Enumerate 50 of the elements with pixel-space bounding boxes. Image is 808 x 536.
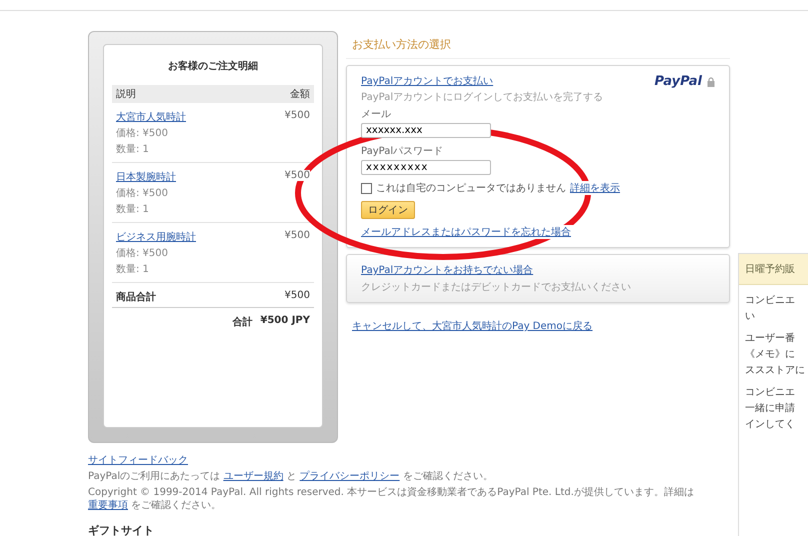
side-panel-text: コンビニエ [745,386,796,399]
details-link[interactable]: 詳細を表示 [570,181,620,195]
side-panel-title: 日曜予約販 [739,254,808,285]
item-name[interactable]: 日本製腕時計 [116,170,176,184]
cancel-link[interactable]: キャンセルして、大宮市人気時計のPay Demoに戻る [352,321,593,332]
lock-icon [707,76,715,86]
side-panel-text: ススストアに [745,364,806,377]
item-name[interactable]: 大宮市人気時計 [116,110,186,124]
item-detail: 数量: 1 [116,203,150,216]
item-price: ¥500 [284,170,310,181]
subtotal-value: ¥500 [284,290,310,303]
login-button[interactable]: ログイン [361,201,415,219]
subtotal-label: 商品合計 [116,290,156,304]
footer-link[interactable]: 重要事項 [88,500,128,511]
side-panel-text: い [745,310,756,323]
item-detail: 価格: ¥500 [116,246,169,260]
checkbox-label: これは自宅のコンピュータではありません [376,182,566,195]
copyright-text: Copyright © 1999-2014 PayPal. All rights reserved. 本サービスは資金移動業者であるPayPal Pte. Ltd.が提供しています。詳細は 重要事項 をご確認ください。 [88,486,695,512]
site-title: ギフトサイト [88,523,155,536]
email-field[interactable]: xxxxxx.xxx [361,123,491,138]
field-label: PayPalパスワード [361,145,444,158]
item-name[interactable]: ビジネス用腕時計 [116,230,196,244]
guest-title[interactable]: PayPalアカウントをお持ちでない場合 [361,263,715,277]
guest-subtitle: クレジットカードまたはデビットカードでお支払いください [361,280,632,294]
column-header: 説明 [116,88,136,101]
checkbox[interactable] [361,182,372,194]
total-label: 合計 [232,316,252,329]
item-detail: 数量: 1 [116,263,150,276]
side-panel-text: ユーザー番 [745,332,796,345]
item-detail: 価格: ¥500 [116,186,169,200]
side-panel-text: インしてく [745,418,796,431]
side-panel-text: 一緒に申請 [745,402,796,415]
cart-title: お客様のご注文明細 [167,59,259,73]
field-label: メール [361,108,392,121]
paypal-logo: PayPal [654,74,702,89]
item-price: ¥500 [284,110,310,121]
login-title[interactable]: PayPalアカウントでお支払い [361,74,604,88]
column-header: 金額 [290,88,310,101]
side-panel-text: コンビニエ [745,294,796,307]
footer-link[interactable]: プライバシーポリシー [300,471,400,482]
total-value: ¥500 JPY [260,315,310,328]
item-price: ¥500 [284,230,310,241]
password-field[interactable]: xxxxxxxxx [361,160,491,175]
side-panel-text: 《メモ》に [745,348,796,361]
notice-text: PayPalのご利用にあたっては ユーザー規約 と プライバシーポリシー をご確認ください。 [88,470,494,483]
item-detail: 数量: 1 [116,143,150,156]
section-heading: お支払い方法の選択 [346,35,730,59]
item-detail: 価格: ¥500 [116,126,169,140]
footer-link[interactable]: ユーザー規約 [223,471,284,482]
login-subtitle: PayPalアカウントにログインしてお支払いを完了する [361,90,604,104]
